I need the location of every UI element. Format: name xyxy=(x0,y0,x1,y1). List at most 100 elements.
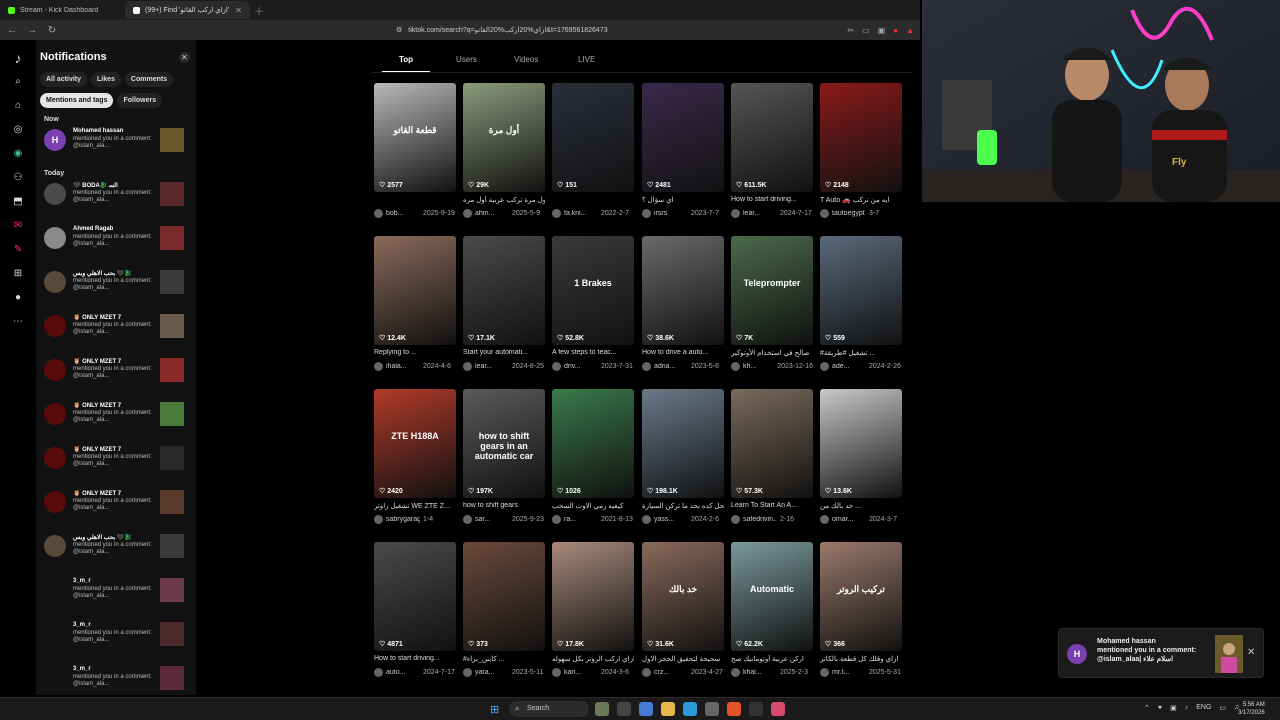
video-card[interactable]: ♡ 559 #تشغيل #طريقة ... ade... 2024-2-26 xyxy=(820,236,902,371)
filter-followers[interactable]: Followers xyxy=(117,93,163,108)
video-thumbnail[interactable]: ♡ 2148 xyxy=(820,83,902,192)
author-avatar[interactable] xyxy=(731,515,740,524)
author-name[interactable]: kari... xyxy=(564,669,598,676)
author-avatar[interactable] xyxy=(552,209,561,218)
video-card[interactable]: ♡ 38.6K How to drive a auto... adna... 2023… xyxy=(642,236,724,371)
avatar[interactable] xyxy=(44,667,66,689)
copilot-icon[interactable] xyxy=(639,702,653,716)
notification-item[interactable]: Ahmed Ragab mentioned you in a comment: @… xyxy=(44,225,186,255)
author-name[interactable]: sabrygarage xyxy=(386,516,420,523)
url-field[interactable]: ⚙ tiktok.com/search?q=ازاي%20اركب%20القا… xyxy=(396,26,608,34)
video-title[interactable]: ازاي وقلك كل قطعة بالكاتر xyxy=(820,655,902,664)
close-tab-icon[interactable]: ✕ xyxy=(235,6,242,15)
video-title[interactable]: how to shift gears xyxy=(463,502,545,511)
chevron-up-icon[interactable]: ⌃ xyxy=(1144,704,1150,712)
extension-icon[interactable]: ▭ xyxy=(862,26,870,35)
video-title[interactable]: سحل كده بحد ما تركن السيارة xyxy=(642,502,724,511)
author-name[interactable]: lear... xyxy=(743,210,777,217)
video-card[interactable]: ♡ 17.1K Start your automati... lear... 2024… xyxy=(463,236,545,371)
extension-icon[interactable]: ▲ xyxy=(906,26,914,35)
video-card[interactable]: Automatic ♡ 62.2K اركن عربية أوتوماتيك صح k… xyxy=(731,542,813,677)
video-title[interactable]: A few steps to teac... xyxy=(552,349,634,358)
back-icon[interactable]: ← xyxy=(6,25,18,36)
profile-icon[interactable]: ● xyxy=(15,292,21,304)
author-name[interactable]: auto... xyxy=(386,669,420,676)
filter-mentions[interactable]: Mentions and tags xyxy=(40,93,114,108)
author-avatar[interactable] xyxy=(820,515,829,524)
author-avatar[interactable] xyxy=(463,209,472,218)
filter-likes[interactable]: Likes xyxy=(91,72,121,87)
more-icon[interactable]: ⋯ xyxy=(13,316,23,328)
video-card[interactable]: ♡ 198.1K سحل كده بحد ما تركن السيارة yass.… xyxy=(642,389,724,524)
video-card[interactable]: ♡ 611.5K How to start driving... lear... 20… xyxy=(731,83,813,218)
video-card[interactable]: ♡ 4871 How to start driving... auto... 2024… xyxy=(374,542,456,677)
video-card[interactable]: ♡ 13.6K خد بالك من ... omar... 2024-3-7 xyxy=(820,389,902,524)
notification-item[interactable]: 🦉 ONLY MZET 7 mentioned you in a comment:… xyxy=(44,489,186,519)
video-title[interactable]: ازاي اركب الروتر بكل سهوله xyxy=(552,655,634,664)
tray-app-icon[interactable]: ▣ xyxy=(1170,704,1177,712)
video-title[interactable]: خد بالك من ... xyxy=(820,502,902,511)
video-thumbnail[interactable]: Automatic ♡ 62.2K xyxy=(731,542,813,651)
reload-icon[interactable]: ↻ xyxy=(46,25,58,36)
tiktok-logo-icon[interactable]: ♪ xyxy=(15,51,22,65)
video-card[interactable]: ♡ 17.8K ازاي اركب الروتر بكل سهوله kari...… xyxy=(552,542,634,677)
author-name[interactable]: driv... xyxy=(564,363,598,370)
video-card[interactable]: Teleprompter ♡ 7K صالح في استخدام الأوتوكي… xyxy=(731,236,813,371)
video-title[interactable]: اركن عربية أوتوماتيك صح xyxy=(731,655,813,664)
video-thumbnail[interactable]: خد بالك ♡ 31.6K xyxy=(642,542,724,651)
author-avatar[interactable] xyxy=(642,515,651,524)
avatar[interactable] xyxy=(44,535,66,557)
video-thumbnail[interactable]: ♡ 13.6K xyxy=(820,389,902,498)
video-card[interactable]: ♡ 57.3K Learn To Start An A... safedrivin.… xyxy=(731,389,813,524)
new-tab-icon[interactable]: ＋ xyxy=(254,3,264,18)
video-thumbnail[interactable]: ♡ 198.1K xyxy=(642,389,724,498)
notification-item[interactable]: 🦉 ONLY MZET 7 mentioned you in a comment:… xyxy=(44,357,186,387)
author-name[interactable]: ade... xyxy=(832,363,866,370)
tab-tiktok-search[interactable]: (99+) Find 'ازاي اركب القاتو' on TikTok … xyxy=(125,1,250,19)
author-avatar[interactable] xyxy=(374,362,383,371)
author-avatar[interactable] xyxy=(731,209,740,218)
notification-item[interactable]: بحب الاهلي وبس 🖤🐉 mentioned you in a comm… xyxy=(44,269,186,299)
author-name[interactable]: yara... xyxy=(475,669,509,676)
author-avatar[interactable] xyxy=(463,515,472,524)
live-icon[interactable]: ◉ xyxy=(14,148,23,160)
tab-kick-dashboard[interactable]: Stream - Kick Dashboard xyxy=(0,1,125,19)
author-name[interactable]: khal... xyxy=(743,669,777,676)
video-thumbnail[interactable] xyxy=(160,402,184,426)
video-title[interactable]: #تشغيل #طريقة ... xyxy=(820,349,902,358)
author-name[interactable]: omar... xyxy=(832,516,866,523)
video-thumbnail[interactable] xyxy=(160,446,184,470)
avatar[interactable] xyxy=(44,579,66,601)
video-thumbnail[interactable] xyxy=(160,622,184,646)
avatar[interactable] xyxy=(44,403,66,425)
video-card[interactable]: قطعة القاتو ♡ 2577 bob... 2025-9-19 xyxy=(374,83,456,218)
author-avatar[interactable] xyxy=(374,209,383,218)
video-title[interactable]: Start your automati... xyxy=(463,349,545,358)
video-thumbnail[interactable]: ♡ 559 xyxy=(820,236,902,345)
language-indicator[interactable]: ENG xyxy=(1196,704,1211,712)
obs-icon[interactable] xyxy=(749,702,763,716)
video-card[interactable]: تركيب الروتر ♡ 366 ازاي وقلك كل قطعة بالكا… xyxy=(820,542,902,677)
video-thumbnail[interactable]: تركيب الروتر ♡ 366 xyxy=(820,542,902,651)
activity-icon[interactable]: ✉ xyxy=(14,220,22,232)
video-thumbnail[interactable]: ♡ 57.3K xyxy=(731,389,813,498)
author-avatar[interactable] xyxy=(820,362,829,371)
author-avatar[interactable] xyxy=(731,668,740,677)
video-card[interactable]: ♡ 2148 T Auto 🚗 ايه من تركب tautoegypt 3-7 xyxy=(820,83,902,218)
author-avatar[interactable] xyxy=(552,362,561,371)
avatar[interactable] xyxy=(44,227,66,249)
site-info-icon[interactable]: ⚙ xyxy=(396,26,402,34)
home-icon[interactable]: ⌂ xyxy=(15,100,21,112)
windows-start-icon[interactable]: ⊞ xyxy=(490,703,499,716)
video-thumbnail[interactable]: ♡ 38.6K xyxy=(642,236,724,345)
explore-icon[interactable]: ◎ xyxy=(14,124,23,136)
video-thumbnail[interactable]: ♡ 2481 xyxy=(642,83,724,192)
video-card[interactable]: ZTE H188A ♡ 2420 تشغيل راوتر WE ZTE Z... sa… xyxy=(374,389,456,524)
video-title[interactable]: Replying to ... xyxy=(374,349,456,358)
avatar[interactable] xyxy=(44,271,66,293)
author-avatar[interactable] xyxy=(820,209,829,218)
tray-app-icon[interactable]: ● xyxy=(1158,704,1162,712)
store-icon[interactable] xyxy=(705,702,719,716)
video-title[interactable]: سحيحة لتحقيق الحجز الاول xyxy=(642,655,724,664)
notification-item[interactable]: 🦉 ONLY MZET 7 mentioned you in a comment:… xyxy=(44,401,186,431)
